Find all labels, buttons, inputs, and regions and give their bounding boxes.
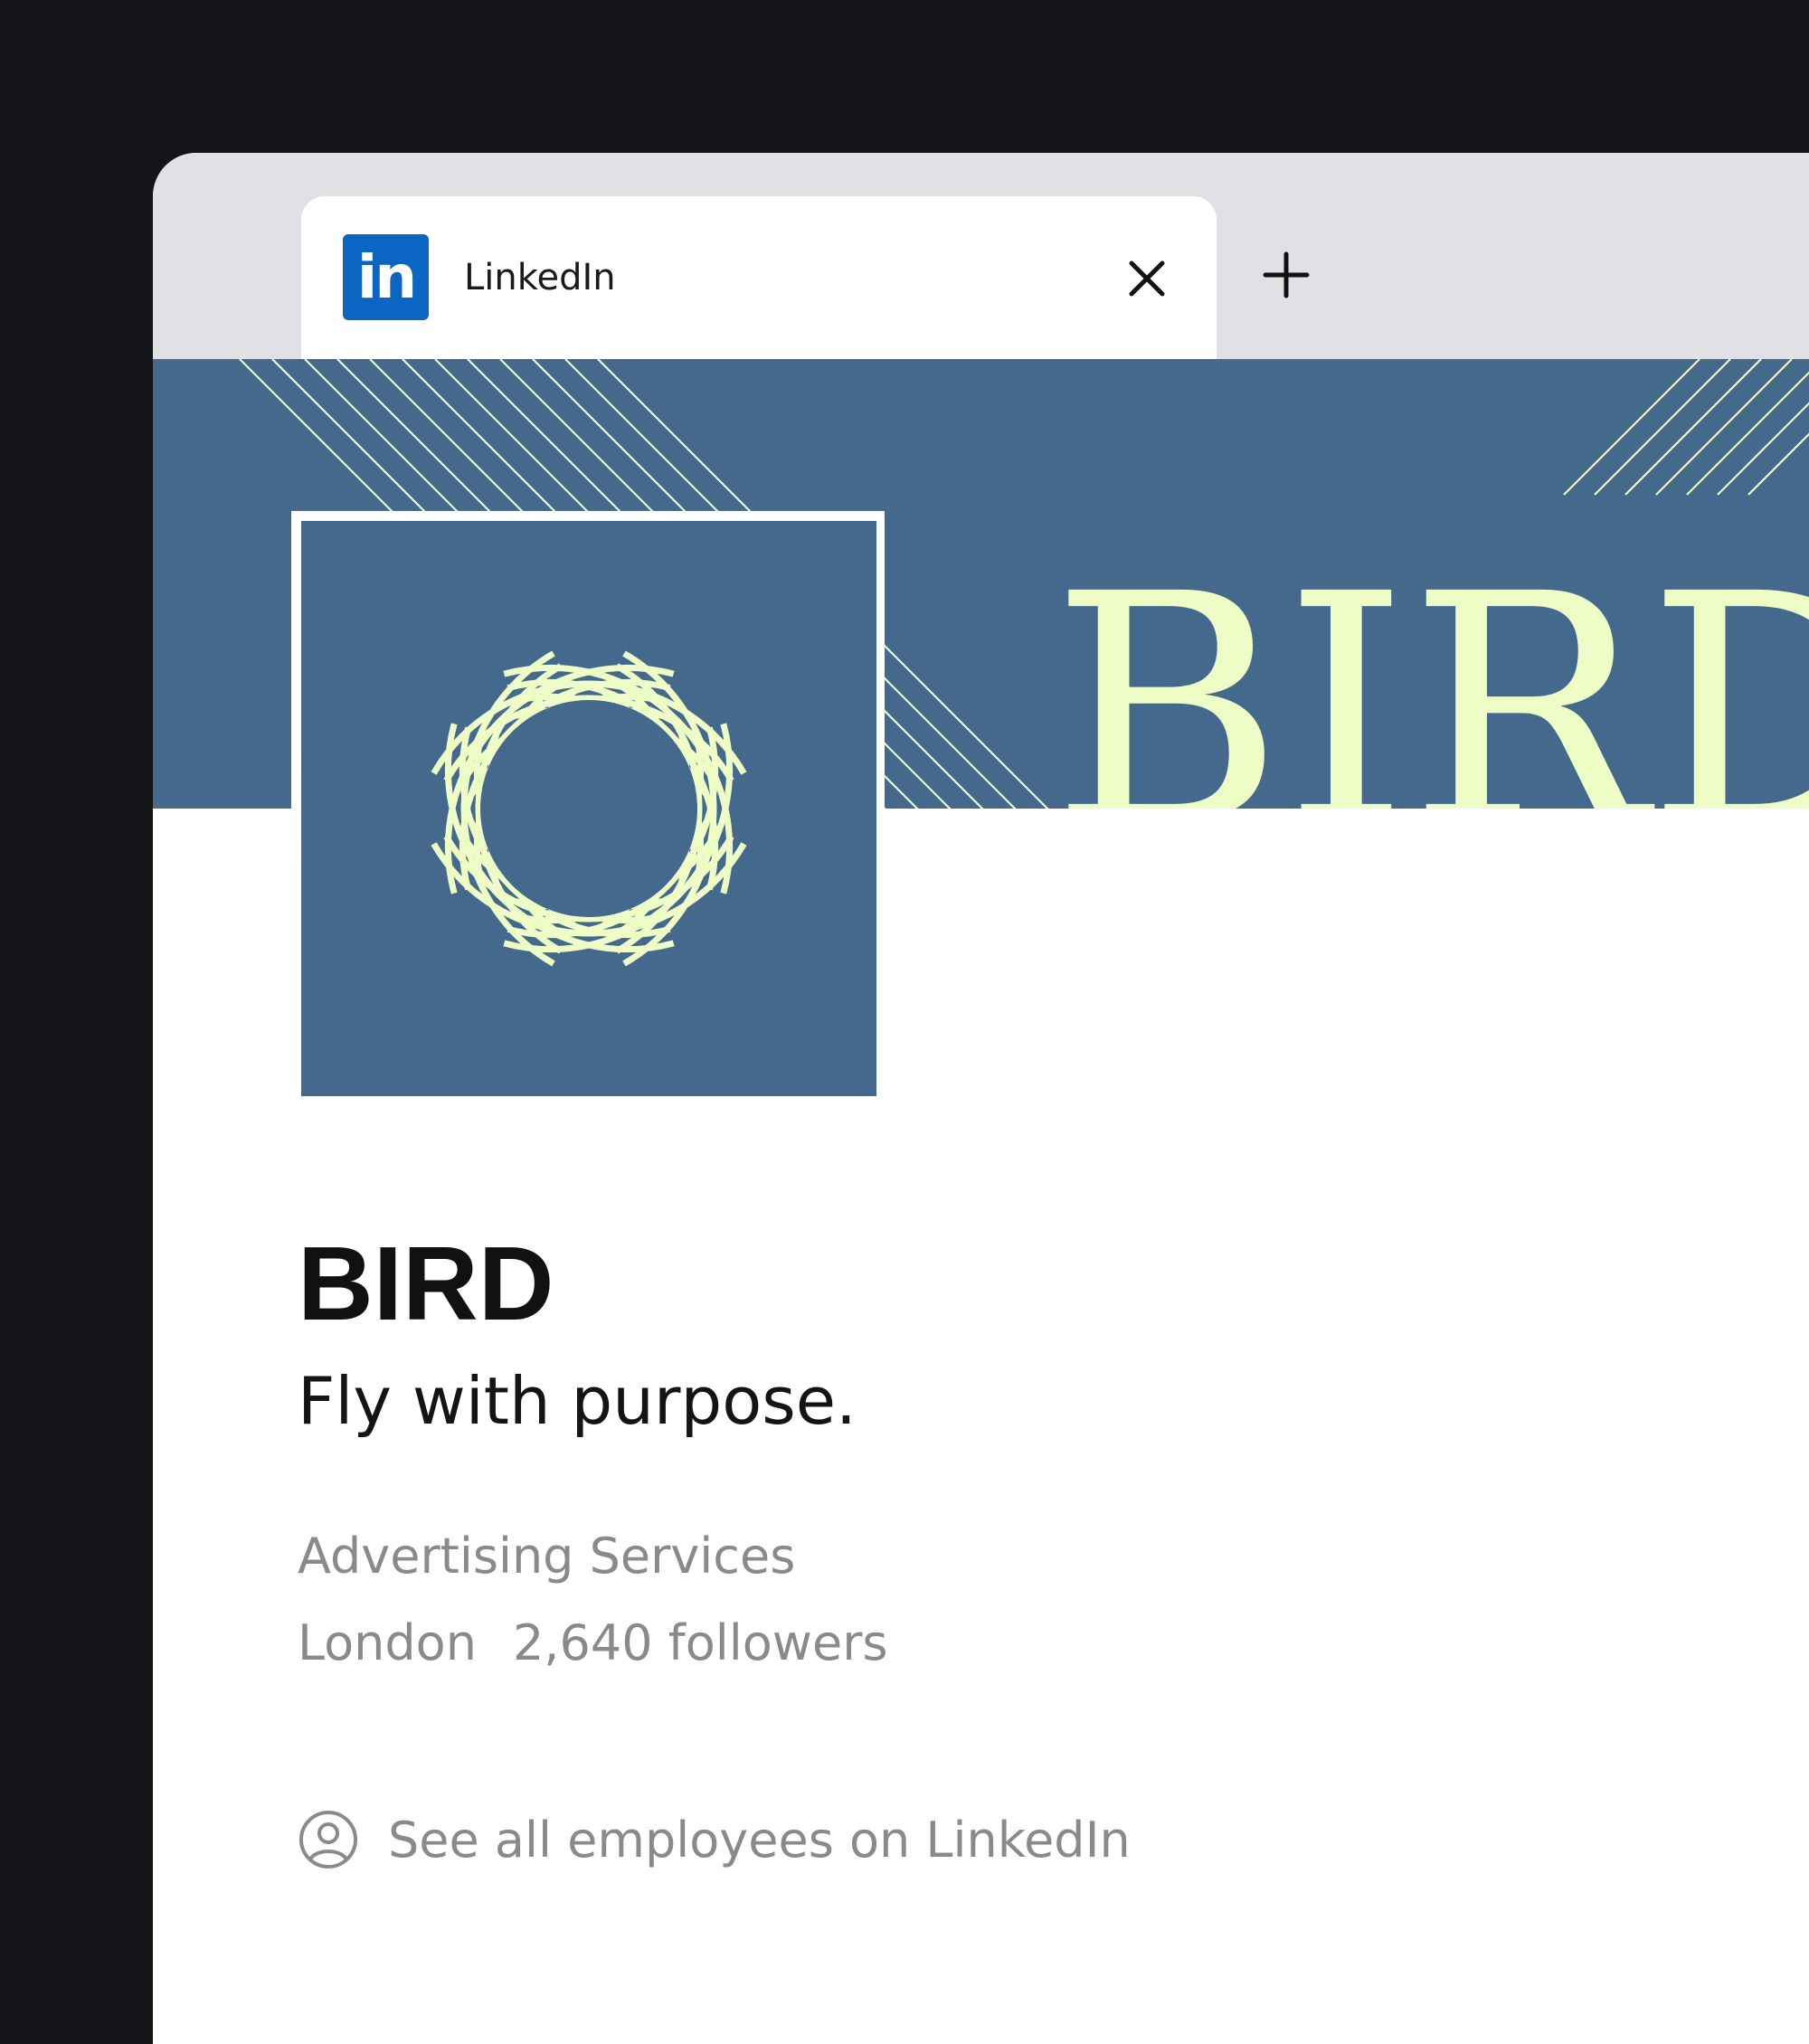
banner-stripe bbox=[1717, 402, 1809, 496]
company-name: BIRD bbox=[298, 1225, 554, 1342]
close-icon[interactable] bbox=[1126, 258, 1168, 299]
person-icon bbox=[299, 1811, 357, 1869]
employees-link-label: See all employees on LinkedIn bbox=[388, 1811, 1131, 1869]
tab-title: LinkedIn bbox=[464, 257, 616, 298]
tab-bar: in LinkedIn bbox=[153, 153, 1809, 359]
logo-center bbox=[480, 700, 697, 917]
banner-stripe bbox=[1563, 359, 1700, 496]
company-tagline: Fly with purpose. bbox=[298, 1363, 857, 1439]
linkedin-icon: in bbox=[343, 234, 429, 320]
company-meta: London 2,640 followers bbox=[298, 1614, 888, 1672]
company-industry: Advertising Services bbox=[298, 1528, 796, 1585]
browser-tab[interactable]: in LinkedIn bbox=[301, 196, 1217, 359]
banner-stripe bbox=[1594, 359, 1731, 496]
banner-stripe bbox=[1624, 359, 1762, 496]
banner-wordmark: BIRD bbox=[1051, 526, 1809, 809]
follower-count[interactable]: 2,640 followers bbox=[513, 1614, 888, 1671]
see-employees-link[interactable]: See all employees on LinkedIn bbox=[298, 1808, 1131, 1871]
browser-window: in LinkedIn BIRD BIRD Fly with purpose. … bbox=[153, 153, 1809, 2044]
woven-circle-logo-icon bbox=[299, 519, 878, 1098]
banner-stripe bbox=[1655, 359, 1793, 496]
company-logo bbox=[299, 519, 878, 1098]
banner-stripe bbox=[1747, 432, 1809, 496]
company-location: London bbox=[298, 1614, 477, 1671]
banner-stripe bbox=[1686, 371, 1809, 496]
plus-icon[interactable] bbox=[1262, 251, 1311, 299]
